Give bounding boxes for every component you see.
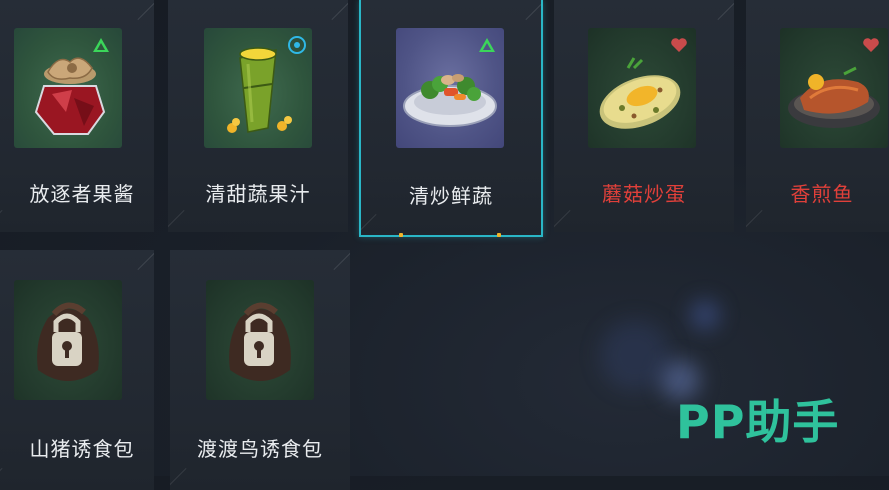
recipe-card-dodo-bait[interactable]: 渡渡鸟诱食包 bbox=[170, 250, 350, 490]
recipe-name: 渡渡鸟诱食包 bbox=[197, 437, 323, 461]
recipe-name: 清甜蔬果汁 bbox=[205, 182, 311, 206]
background-glow bbox=[600, 320, 670, 390]
heart-badge-icon bbox=[863, 38, 879, 52]
recipe-name: 山猪诱食包 bbox=[29, 437, 135, 461]
recipe-card-boar-bait[interactable]: 山猪诱食包 bbox=[0, 250, 154, 490]
recipe-name: 香煎鱼 bbox=[790, 182, 854, 206]
recipe-thumbnail bbox=[206, 280, 314, 400]
selection-marker bbox=[497, 233, 501, 237]
locked-bag-icon bbox=[37, 302, 99, 381]
selection-marker bbox=[399, 233, 403, 237]
recipe-card-exile-jam[interactable]: 放逐者果酱 bbox=[0, 0, 154, 232]
watermark-logo: PP助手 bbox=[676, 395, 840, 449]
heart-badge-icon bbox=[671, 38, 687, 52]
circle-badge-icon bbox=[288, 36, 306, 54]
selection-highlight bbox=[359, 0, 543, 237]
background-glow bbox=[690, 300, 720, 330]
triangle-badge-icon bbox=[93, 38, 109, 52]
recipe-thumbnail bbox=[14, 280, 122, 400]
recipe-name: 蘑菇炒蛋 bbox=[602, 182, 686, 206]
recipe-card-mushroom-egg[interactable]: 蘑菇炒蛋 bbox=[554, 0, 734, 232]
locked-bag-icon bbox=[229, 302, 291, 381]
recipe-card-sweet-juice[interactable]: 清甜蔬果汁 bbox=[168, 0, 348, 232]
recipe-name: 放逐者果酱 bbox=[29, 182, 135, 206]
recipe-card-pan-fried-fish[interactable]: 香煎鱼 bbox=[746, 0, 889, 232]
